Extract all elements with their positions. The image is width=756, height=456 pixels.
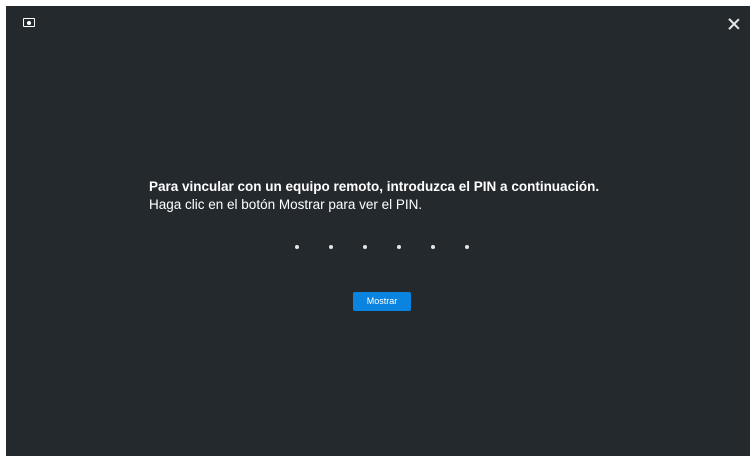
pin-dot xyxy=(397,245,401,249)
pairing-instruction: Haga clic en el botón Mostrar para ver e… xyxy=(149,197,423,212)
pin-dot xyxy=(363,245,367,249)
show-pin-button[interactable]: Mostrar xyxy=(353,292,411,311)
pairing-window: Para vincular con un equipo remoto, intr… xyxy=(6,6,750,456)
pin-dot xyxy=(329,245,333,249)
pin-dot xyxy=(431,245,435,249)
screen-icon xyxy=(23,18,35,27)
pin-masked-display xyxy=(295,245,469,249)
pin-dot xyxy=(295,245,299,249)
close-icon[interactable] xyxy=(726,16,742,32)
pin-dot xyxy=(465,245,469,249)
pairing-headline: Para vincular con un equipo remoto, intr… xyxy=(149,179,600,194)
pairing-prompt: Para vincular con un equipo remoto, intr… xyxy=(149,178,709,214)
